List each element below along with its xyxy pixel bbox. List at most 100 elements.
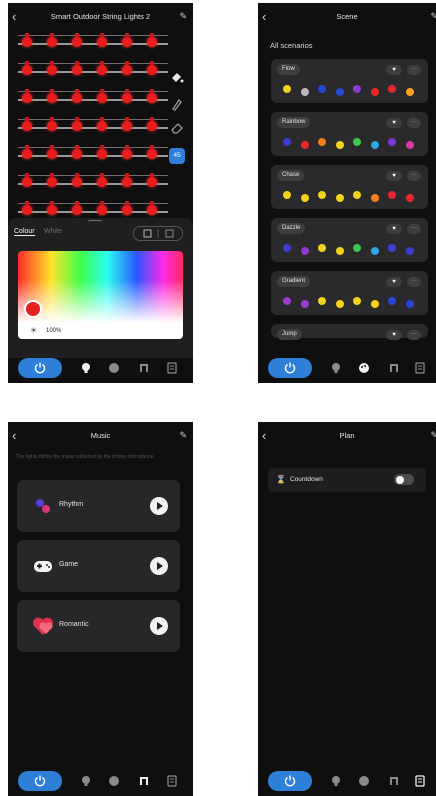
bulb[interactable] (72, 145, 82, 159)
brush-icon[interactable] (169, 96, 185, 112)
more-icon[interactable]: ··· (407, 171, 421, 181)
more-icon[interactable]: ··· (407, 224, 421, 234)
favorite-icon[interactable]: ♥ (386, 171, 402, 181)
bulb[interactable] (72, 89, 82, 103)
music-mode-romantic[interactable]: Romantic (17, 600, 180, 652)
bulb[interactable] (22, 201, 32, 215)
scene-card[interactable]: Jump ♥ ··· (271, 324, 428, 340)
countdown-row[interactable]: ⌛ Countdown (268, 468, 426, 492)
bulb[interactable] (47, 61, 57, 75)
bulb[interactable] (22, 117, 32, 131)
schedule-icon[interactable] (166, 775, 178, 787)
music-mode-game[interactable]: Game (17, 540, 180, 592)
favorite-icon[interactable]: ♥ (386, 65, 402, 75)
favorite-icon[interactable]: ♥ (386, 330, 402, 340)
more-icon[interactable]: ··· (407, 65, 421, 75)
music-icon[interactable] (138, 362, 150, 374)
bulb[interactable] (122, 61, 132, 75)
music-icon[interactable] (388, 362, 400, 374)
edit-icon[interactable]: ✎ (430, 430, 436, 441)
scene-card[interactable]: Dazzle ♥ ··· (271, 218, 428, 262)
bulb[interactable] (122, 201, 132, 215)
scene-card[interactable]: Rainbow ♥ ··· (271, 112, 428, 156)
paint-bucket-icon[interactable] (169, 70, 185, 86)
bulb[interactable] (22, 89, 32, 103)
bulb-icon[interactable] (330, 362, 342, 374)
bulb[interactable] (47, 33, 57, 47)
more-icon[interactable]: ··· (407, 277, 421, 287)
scene-card[interactable]: Flow ♥ ··· (271, 59, 428, 103)
favorite-icon[interactable]: ♥ (386, 118, 402, 128)
bulb[interactable] (72, 61, 82, 75)
bulb[interactable] (122, 89, 132, 103)
edit-icon[interactable]: ✎ (179, 430, 187, 441)
segment-button[interactable]: 45 (169, 148, 185, 164)
bulb[interactable] (97, 33, 107, 47)
bulb[interactable] (97, 201, 107, 215)
power-button[interactable] (268, 358, 312, 378)
scene-card[interactable]: Gradient ♥ ··· (271, 271, 428, 315)
bulb[interactable] (72, 201, 82, 215)
edit-icon[interactable]: ✎ (430, 11, 436, 22)
bulb[interactable] (122, 173, 132, 187)
bulb[interactable] (147, 173, 157, 187)
favorite-icon[interactable]: ♥ (386, 224, 402, 234)
bulb[interactable] (147, 117, 157, 131)
palette-icon[interactable] (358, 775, 370, 787)
power-button[interactable] (268, 771, 312, 791)
light-strand[interactable] (14, 87, 168, 115)
light-strand[interactable] (14, 171, 168, 199)
bulb[interactable] (122, 145, 132, 159)
sheet-handle[interactable] (88, 220, 102, 225)
bulb[interactable] (47, 201, 57, 215)
bulb[interactable] (22, 33, 32, 47)
more-icon[interactable]: ··· (407, 330, 421, 340)
bulb[interactable] (147, 61, 157, 75)
bulb[interactable] (47, 145, 57, 159)
play-icon[interactable] (150, 557, 168, 575)
bulb[interactable] (47, 89, 57, 103)
colour-picker-handle[interactable] (24, 300, 42, 318)
bulb[interactable] (97, 89, 107, 103)
schedule-icon[interactable] (166, 362, 178, 374)
play-icon[interactable] (150, 497, 168, 515)
favorite-icon[interactable]: ♥ (386, 277, 402, 287)
countdown-toggle[interactable] (394, 474, 414, 485)
power-button[interactable] (18, 771, 62, 791)
power-button[interactable] (18, 358, 62, 378)
tab-colour[interactable]: Colour (14, 228, 35, 236)
bulb[interactable] (72, 117, 82, 131)
bulb-grid[interactable] (14, 31, 168, 227)
bulb-icon[interactable] (330, 775, 342, 787)
schedule-icon[interactable] (414, 775, 426, 787)
brightness-slider[interactable]: ☀ 100% (18, 323, 183, 339)
music-icon[interactable] (388, 775, 400, 787)
bulb[interactable] (47, 117, 57, 131)
bulb-icon[interactable] (80, 775, 92, 787)
music-mode-rhythm[interactable]: Rhythm (17, 480, 180, 532)
bulb[interactable] (147, 89, 157, 103)
edit-icon[interactable]: ✎ (179, 11, 187, 22)
bulb[interactable] (122, 117, 132, 131)
schedule-icon[interactable] (414, 362, 426, 374)
eraser-icon[interactable] (169, 120, 185, 136)
music-icon[interactable] (138, 775, 150, 787)
bulb[interactable] (22, 145, 32, 159)
bulb[interactable] (47, 173, 57, 187)
bulb[interactable] (97, 117, 107, 131)
bulb[interactable] (147, 145, 157, 159)
more-icon[interactable]: ··· (407, 118, 421, 128)
play-icon[interactable] (150, 617, 168, 635)
light-strand[interactable] (14, 115, 168, 143)
bulb[interactable] (22, 61, 32, 75)
mode-toggle[interactable] (133, 226, 183, 241)
bulb[interactable] (72, 173, 82, 187)
bulb[interactable] (97, 61, 107, 75)
palette-icon[interactable] (358, 362, 370, 374)
bulb[interactable] (147, 33, 157, 47)
light-strand[interactable] (14, 59, 168, 87)
bulb[interactable] (147, 201, 157, 215)
bulb[interactable] (122, 33, 132, 47)
bulb-icon[interactable] (80, 362, 92, 374)
bulb[interactable] (97, 145, 107, 159)
